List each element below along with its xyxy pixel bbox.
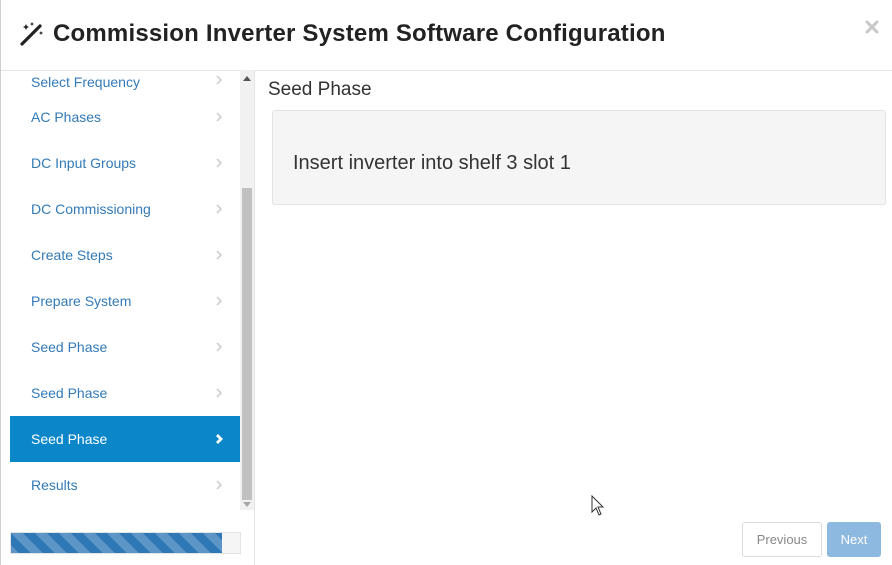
chevron-right-icon: [216, 250, 223, 260]
commission-dialog: Commission Inverter System Software Conf…: [0, 0, 892, 565]
chevron-right-icon: [216, 480, 223, 490]
sidebar-item-create-steps[interactable]: Create Steps: [10, 232, 240, 278]
instruction-text: Insert inverter into shelf 3 slot 1: [293, 152, 571, 174]
sidebar-item-label: Results: [31, 477, 78, 493]
instruction-panel: Insert inverter into shelf 3 slot 1: [272, 110, 886, 205]
dialog-header: Commission Inverter System Software Conf…: [1, 0, 892, 71]
wizard-step-list: Select Frequency AC Phases DC Input Groups…: [10, 70, 240, 508]
wizard-sidebar: Select Frequency AC Phases DC Input Groups…: [10, 70, 255, 565]
sidebar-item-label: Select Frequency: [31, 74, 140, 90]
section-title: Seed Phase: [268, 79, 372, 100]
mouse-cursor-icon: [591, 495, 605, 516]
close-button[interactable]: [863, 18, 881, 36]
chevron-right-icon: [216, 204, 223, 214]
chevron-right-icon: [216, 296, 223, 306]
sidebar-item-label: AC Phases: [31, 109, 102, 125]
chevron-right-icon: [216, 112, 223, 122]
sidebar-scrollbar[interactable]: [240, 70, 254, 510]
chevron-right-icon: [216, 434, 223, 444]
scroll-up-arrow-icon[interactable]: [243, 76, 251, 81]
sidebar-item-label: Seed Phase: [31, 385, 108, 401]
sidebar-item-seed-phase[interactable]: Seed Phase: [10, 324, 240, 370]
main-content: Seed Phase Insert inverter into shelf 3 …: [255, 70, 892, 565]
sidebar-item-select-frequency[interactable]: Select Frequency: [10, 70, 240, 94]
sidebar-item-label: DC Input Groups: [31, 155, 137, 171]
scroll-down-arrow-icon[interactable]: [243, 502, 251, 507]
sidebar-item-ac-phases[interactable]: AC Phases: [10, 94, 240, 140]
sidebar-item-seed-phase[interactable]: Seed Phase: [10, 370, 240, 416]
sidebar-item-label: DC Commissioning: [31, 201, 151, 217]
close-icon: [865, 20, 879, 34]
sidebar-item-label: Seed Phase: [31, 431, 108, 447]
sidebar-item-prepare-system[interactable]: Prepare System: [10, 278, 240, 324]
chevron-right-icon: [216, 75, 223, 85]
sidebar-item-dc-commissioning[interactable]: DC Commissioning: [10, 186, 240, 232]
sidebar-item-dc-input-groups[interactable]: DC Input Groups: [10, 140, 240, 186]
magic-wand-icon: [20, 22, 43, 46]
scroll-thumb[interactable]: [242, 188, 252, 500]
dialog-title: Commission Inverter System Software Conf…: [53, 20, 666, 47]
next-button[interactable]: Next: [827, 522, 881, 557]
sidebar-item-label: Prepare System: [31, 293, 132, 309]
progress-fill: [11, 533, 222, 553]
sidebar-item-results[interactable]: Results: [10, 462, 240, 508]
wizard-progress-bar: [10, 532, 241, 554]
previous-button[interactable]: Previous: [742, 522, 822, 557]
sidebar-item-label: Create Steps: [31, 247, 113, 263]
chevron-right-icon: [216, 388, 223, 398]
chevron-right-icon: [216, 158, 223, 168]
title-wrap: Commission Inverter System Software Conf…: [19, 20, 666, 48]
sidebar-item-label: Seed Phase: [31, 339, 108, 355]
sidebar-item-seed-phase[interactable]: Seed Phase: [10, 416, 240, 462]
chevron-right-icon: [216, 342, 223, 352]
